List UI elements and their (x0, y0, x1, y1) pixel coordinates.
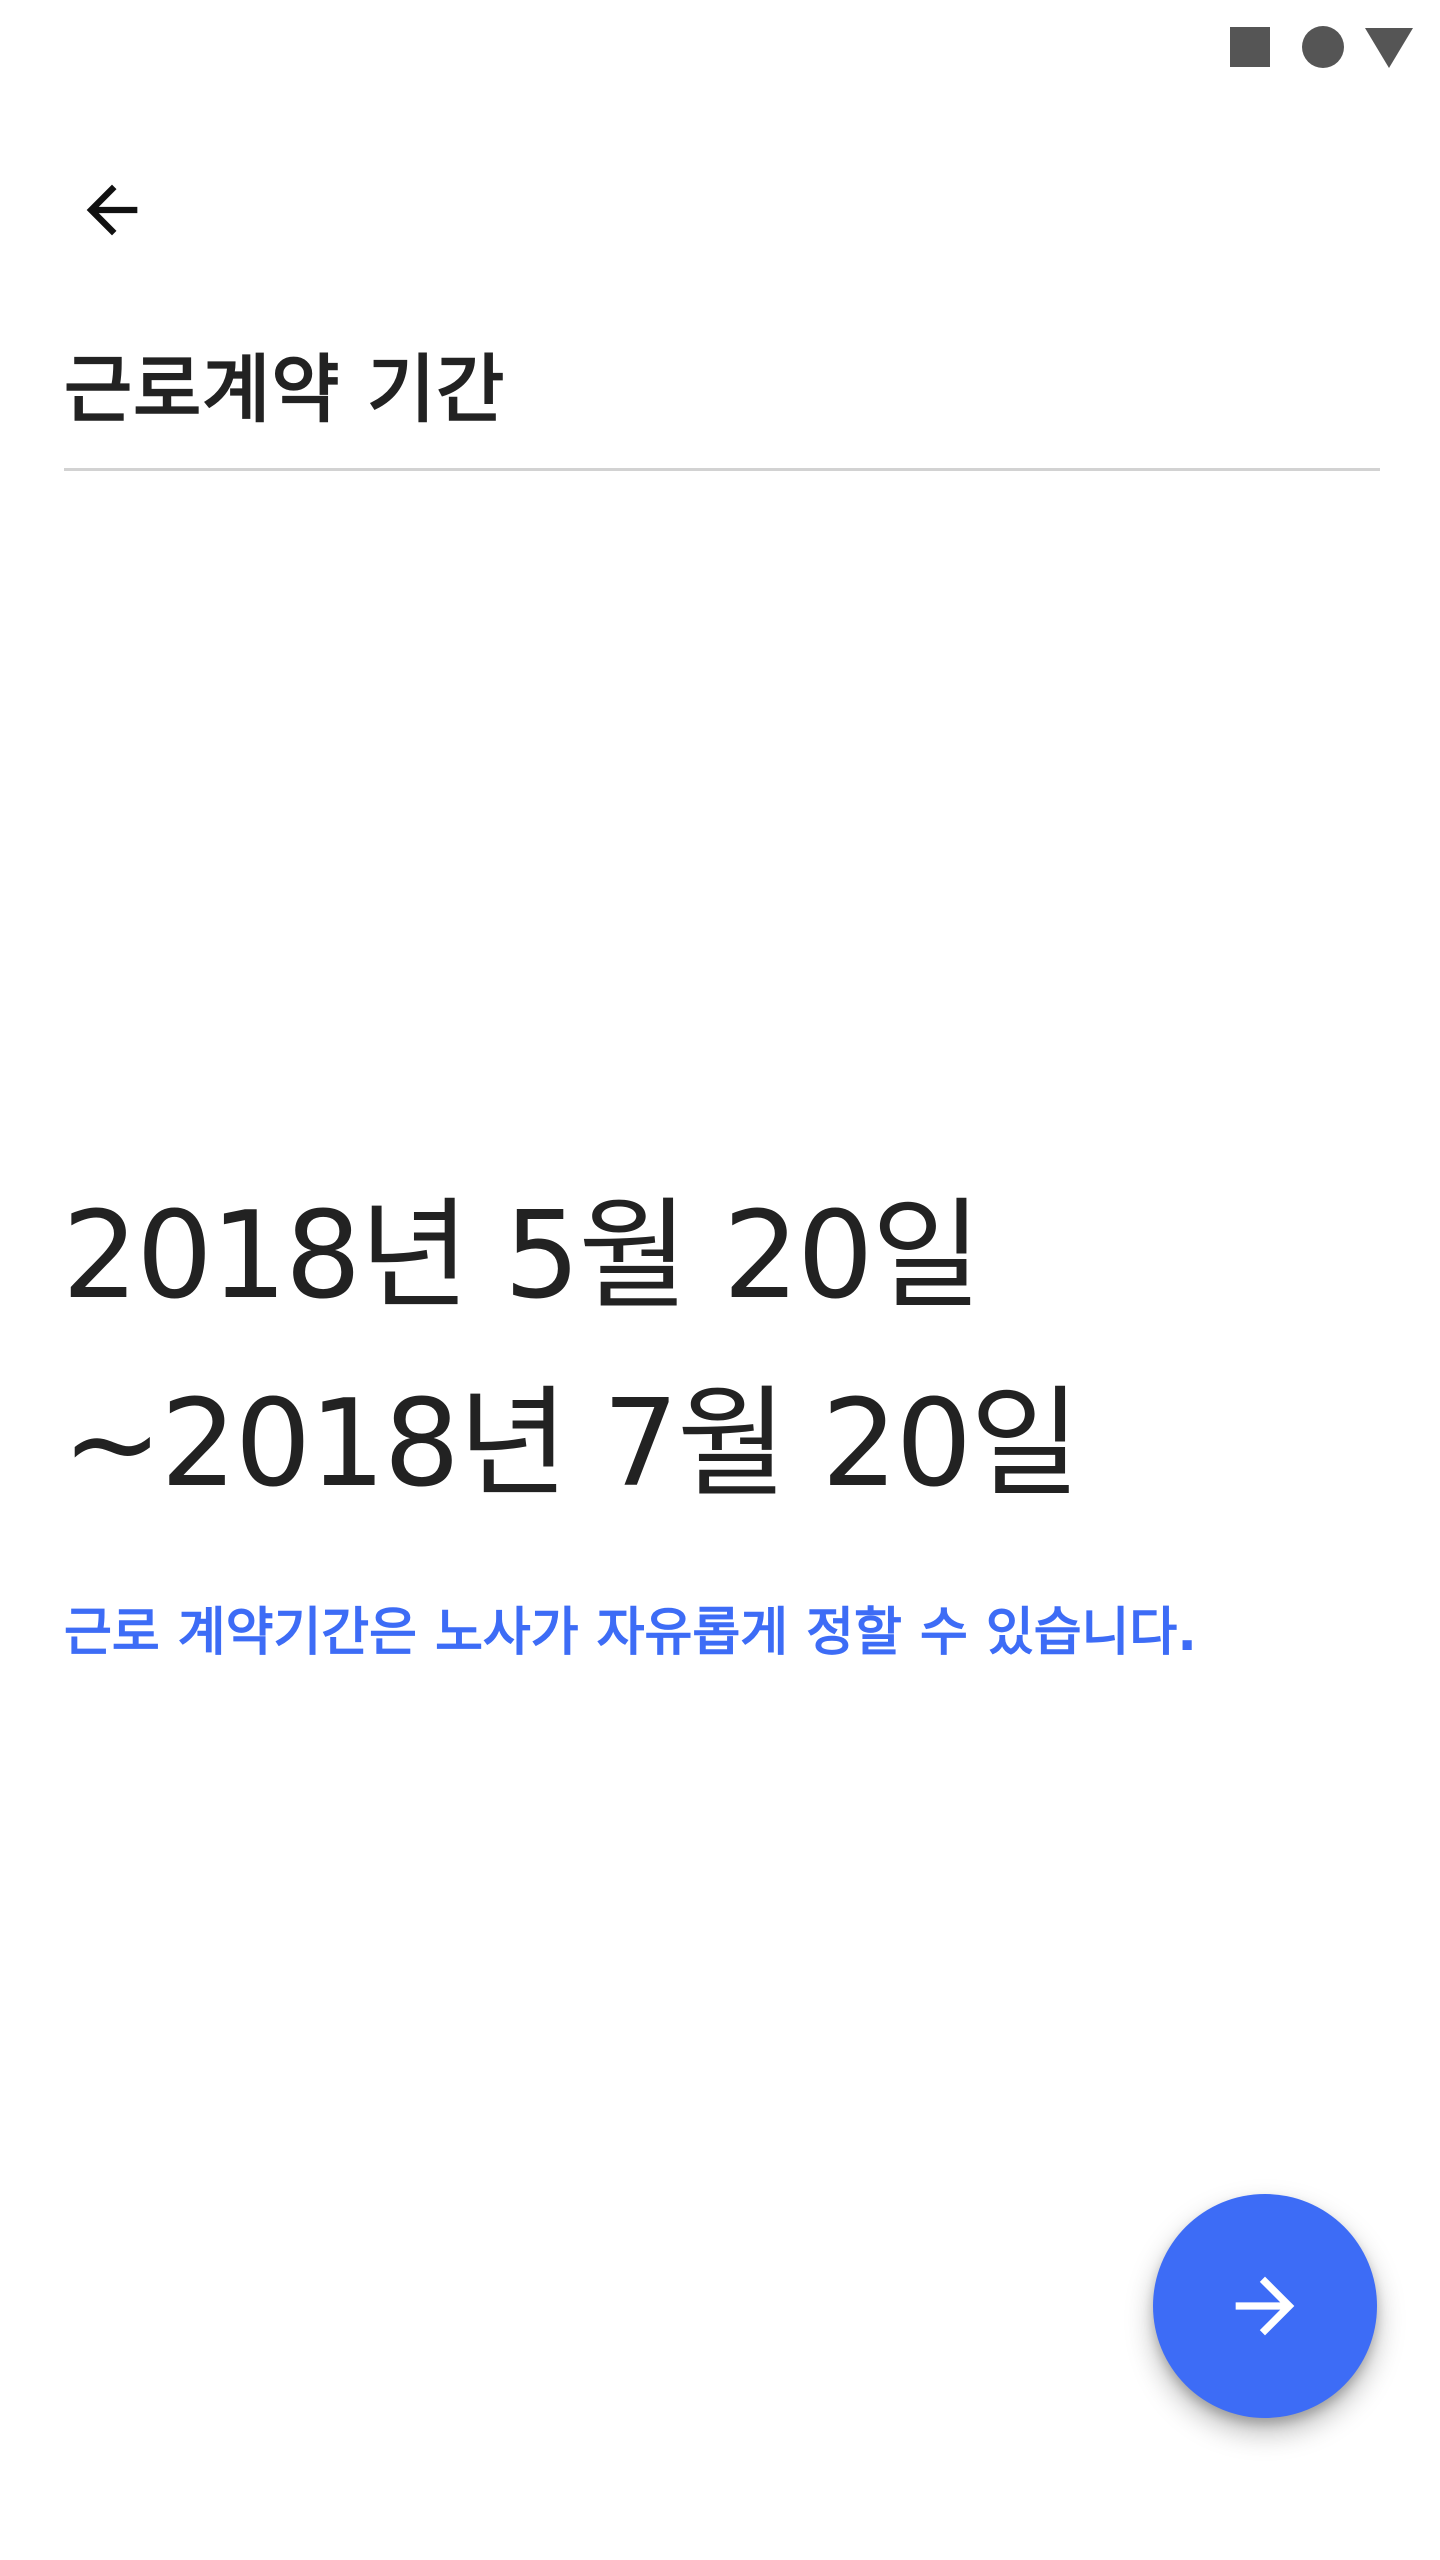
circle-icon (1302, 26, 1344, 68)
period-start-date: 2018년 5월 20일 (62, 1187, 982, 1326)
arrow-left-icon (86, 184, 138, 236)
back-button[interactable] (62, 160, 162, 260)
contract-period-screen: 근로계약 기간 2018년 5월 20일 ~2018년 7월 20일 근로 계약… (0, 0, 1440, 2560)
hint-text: 근로 계약기간은 노사가 자유롭게 정할 수 있습니다. (64, 1603, 1198, 1663)
status-bar (0, 0, 1440, 100)
arrow-right-icon (1235, 2276, 1295, 2336)
square-icon (1230, 27, 1270, 67)
page-title: 근로계약 기간 (64, 347, 506, 433)
next-button[interactable] (1153, 2194, 1377, 2418)
title-divider (64, 468, 1380, 471)
triangle-icon (1365, 28, 1413, 68)
period-end-date: ~2018년 7월 20일 (62, 1375, 1080, 1514)
